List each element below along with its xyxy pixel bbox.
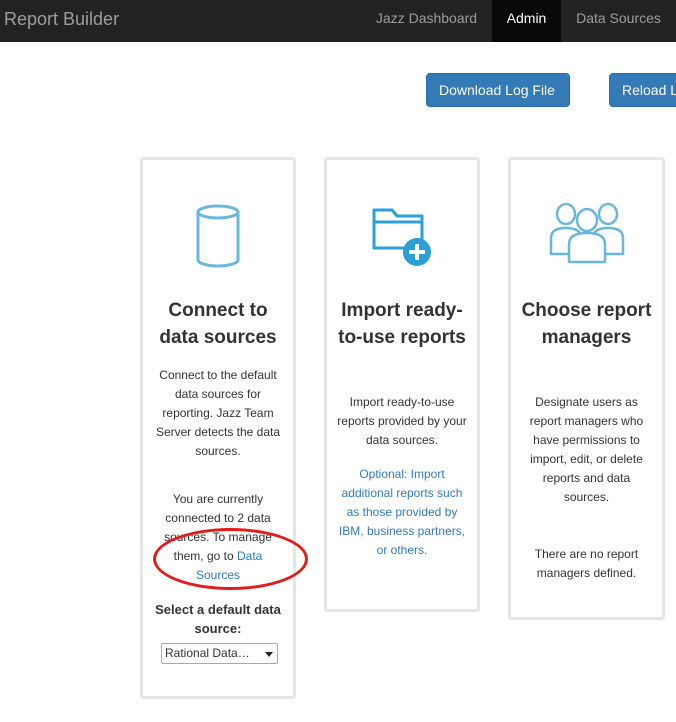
nav-jazz-dashboard[interactable]: Jazz Dashboard [363,0,490,42]
card-description: Import ready-to-use reports provided by … [337,395,467,447]
database-icon [143,202,293,272]
default-data-source-select[interactable]: Rational Data… [161,643,278,664]
no-managers-text: There are no report managers defined. [534,547,639,580]
card-title: Choose report managers [521,300,652,348]
top-navbar: Report Builder Jazz Dashboard Admin Data… [0,0,676,42]
chevron-down-icon [265,652,273,657]
annotation-circle [153,528,308,590]
card-title: Import ready-to-use reports [338,300,466,348]
reload-log-button[interactable]: Reload Log [609,73,676,107]
import-additional-reports-link[interactable]: Optional: Import additional reports such… [337,465,467,560]
import-reports-card: Import ready-to-use reports Import ready… [324,157,480,612]
nav-admin[interactable]: Admin [492,0,561,42]
app-brand[interactable]: Report Builder [4,9,119,30]
connect-data-sources-card: Connect to data sources Connect to the d… [140,157,296,699]
report-managers-card: Choose report managers Designate users a… [508,157,665,620]
nav-data-sources[interactable]: Data Sources [561,0,676,42]
folder-add-icon [327,202,477,272]
select-default-label: Select a default data source: [155,602,281,636]
card-title: Connect to data sources [159,300,277,348]
card-description: Connect to the default data sources for … [155,368,281,458]
card-description: Designate users as report managers who h… [529,395,644,504]
select-value: Rational Data… [165,646,250,660]
download-log-button[interactable]: Download Log File [426,73,570,107]
users-group-icon [511,202,662,272]
